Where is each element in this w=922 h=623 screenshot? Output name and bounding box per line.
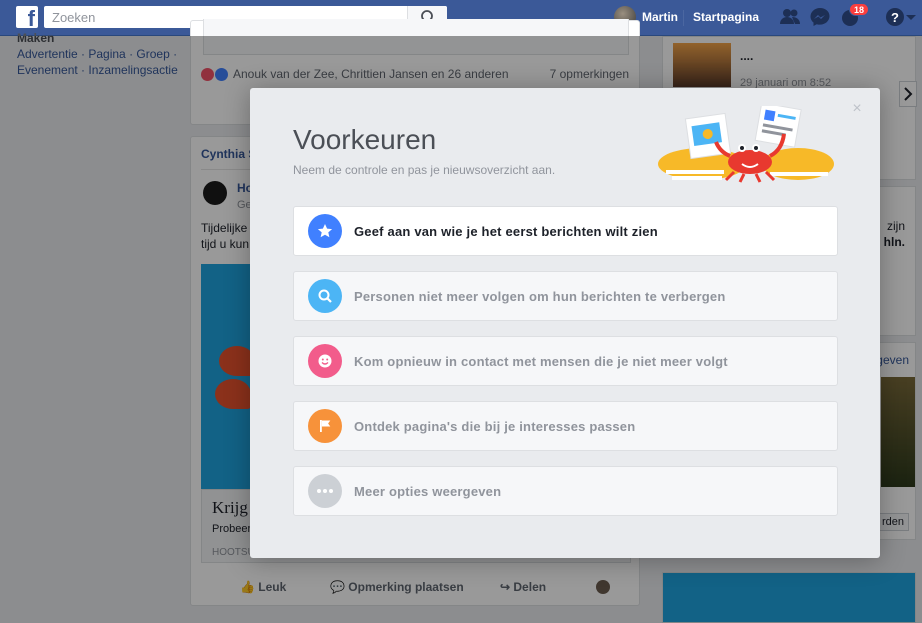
option-label: Geef aan van wie je het eerst berichten … <box>354 223 658 239</box>
home-link[interactable]: Startpagina <box>693 10 759 24</box>
preferences-dialog: × Voorkeuren Neem de controle en pas je … <box>250 88 880 558</box>
option-icon-wrap <box>308 409 342 443</box>
star-icon <box>317 224 333 238</box>
menu-dropdown-icon[interactable] <box>903 7 919 27</box>
option-icon-wrap <box>308 214 342 248</box>
flag-icon <box>320 420 331 432</box>
crab-illustration <box>658 106 834 183</box>
dialog-subtitle: Neem de controle en pas je nieuwsoverzic… <box>293 163 556 177</box>
option-label: Kom opnieuw in contact met mensen die je… <box>354 353 728 369</box>
svg-text:?: ? <box>891 10 899 25</box>
option-label: Personen niet meer volgen om hun bericht… <box>354 288 726 304</box>
more-icon <box>317 489 333 493</box>
nav-divider <box>683 10 684 26</box>
user-name: Martin <box>642 10 678 24</box>
option-icon-wrap <box>308 279 342 313</box>
option-label: Ontdek pagina's die bij je interesses pa… <box>354 418 636 434</box>
option-icon-wrap <box>308 474 342 508</box>
search-icon <box>318 289 332 303</box>
option-unfollow[interactable]: Personen niet meer volgen om hun bericht… <box>293 271 838 321</box>
facebook-logo[interactable]: f <box>16 6 38 28</box>
option-label: Meer opties weergeven <box>354 483 502 499</box>
option-icon-wrap <box>308 344 342 378</box>
option-more[interactable]: Meer opties weergeven <box>293 466 838 516</box>
notification-badge: 18 <box>849 3 870 16</box>
friend-requests-icon[interactable] <box>779 7 801 27</box>
option-reconnect[interactable]: Kom opnieuw in contact met mensen die je… <box>293 336 838 386</box>
dialog-title: Voorkeuren <box>293 124 437 155</box>
messenger-icon[interactable] <box>809 7 831 27</box>
option-discover-pages[interactable]: Ontdek pagina's die bij je interesses pa… <box>293 401 838 451</box>
close-button[interactable]: × <box>850 101 864 117</box>
smiley-icon <box>318 354 332 368</box>
option-see-first[interactable]: Geef aan van wie je het eerst berichten … <box>293 206 838 256</box>
